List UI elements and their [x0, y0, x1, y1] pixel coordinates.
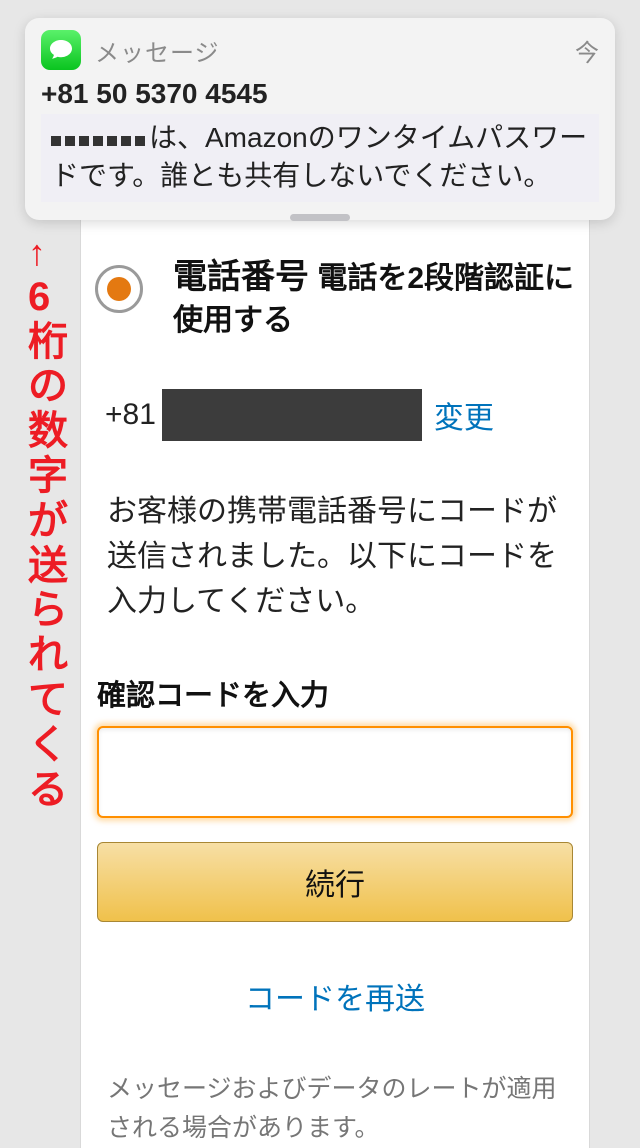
- phone-number-row: +81 変更: [81, 389, 589, 441]
- radio-label: 電話番号 電話を2段階認証に使用する: [173, 255, 575, 341]
- notification-drag-handle[interactable]: [290, 214, 350, 221]
- callout-annotation: ↑ 6桁の数字が送られてくる: [28, 230, 68, 812]
- notification-body: は、Amazonのワンタイムパスワードです。誰とも共有しないでください。: [41, 114, 599, 202]
- continue-button[interactable]: 続行: [97, 842, 573, 922]
- annotation-text: 6桁の数字が送られてくる: [28, 275, 68, 813]
- notification-sender: +81 50 5370 4545: [41, 78, 599, 110]
- notification-app-name: メッセージ: [95, 33, 575, 68]
- phone-number-redacted: [162, 389, 422, 441]
- code-input-label: 確認コードを入力: [97, 672, 573, 714]
- change-phone-link[interactable]: 変更: [434, 393, 494, 437]
- phone-prefix: +81: [105, 398, 156, 432]
- radio-selected-icon: [95, 265, 143, 313]
- notification-time: 今: [575, 33, 599, 68]
- messages-app-icon: [41, 30, 81, 70]
- instruction-text: お客様の携帯電話番号にコードが送信されました。以下にコードを入力してください。: [81, 489, 589, 624]
- code-input-section: 確認コードを入力 続行: [81, 660, 589, 944]
- verification-card: 電話番号 電話を2段階認証に使用する +81 変更 お客様の携帯電話番号にコード…: [80, 215, 590, 1148]
- arrow-up-icon: ↑: [28, 232, 46, 273]
- phone-method-option[interactable]: 電話番号 電話を2段階認証に使用する: [81, 255, 589, 341]
- verification-code-input[interactable]: [97, 726, 573, 818]
- otp-code-redacted: [51, 121, 149, 157]
- resend-code-link[interactable]: コードを再送: [81, 944, 589, 1048]
- rate-disclaimer: メッセージおよびデータのレートが適用される場合があります。: [81, 1048, 589, 1148]
- sms-notification-banner[interactable]: メッセージ 今 +81 50 5370 4545 は、Amazonのワンタイムパ…: [25, 18, 615, 220]
